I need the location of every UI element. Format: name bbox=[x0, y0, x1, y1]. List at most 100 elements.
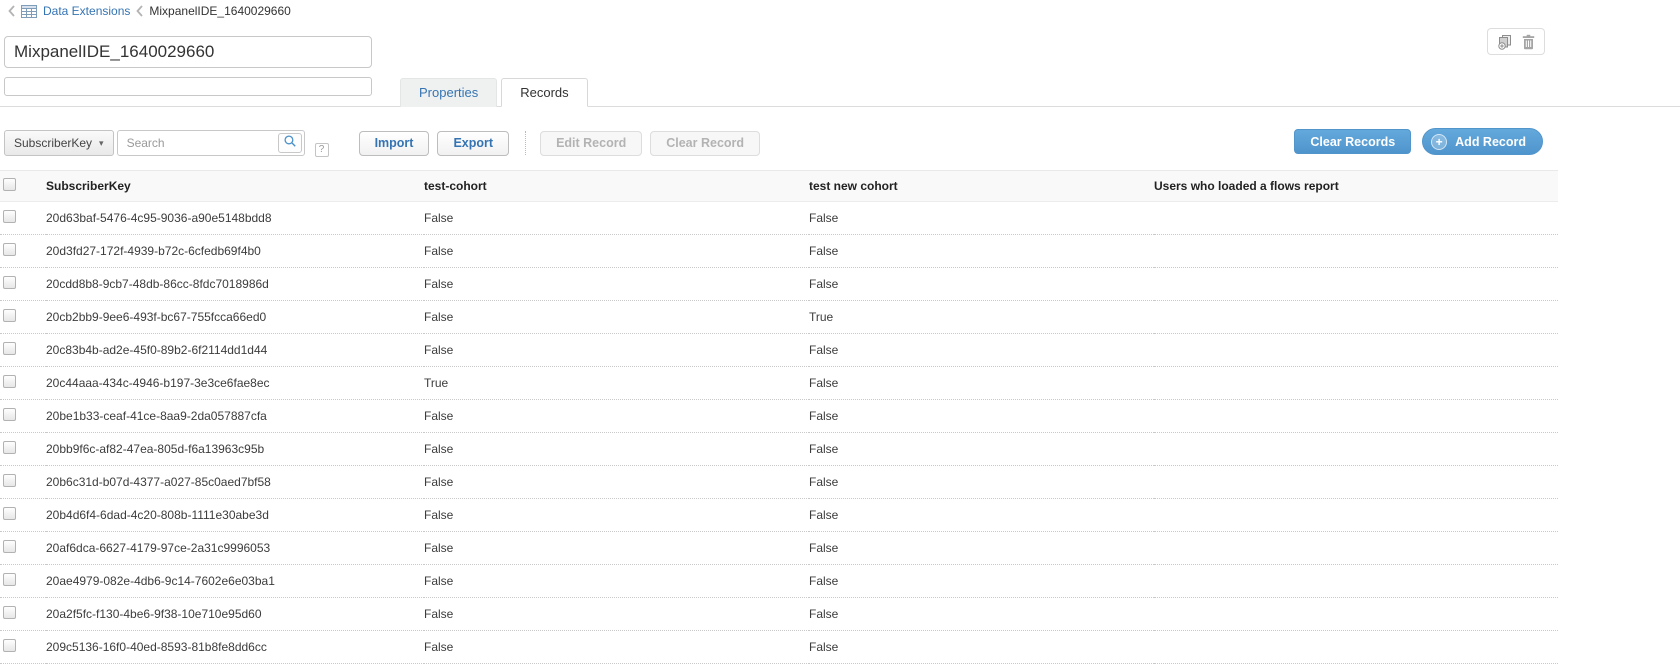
test-new-cohort-cell: False bbox=[809, 532, 1154, 565]
subscriber-key-cell: 20ae4979-082e-4db6-9c14-7602e6e03ba1 bbox=[46, 565, 424, 598]
page-header: Properties Records bbox=[0, 19, 1680, 107]
row-checkbox[interactable] bbox=[3, 639, 16, 652]
breadcrumb: Data Extensions MixpanelIDE_1640029660 bbox=[0, 0, 1680, 19]
test-new-cohort-cell: False bbox=[809, 565, 1154, 598]
row-checkbox[interactable] bbox=[3, 342, 16, 355]
row-checkbox[interactable] bbox=[3, 309, 16, 322]
search-button[interactable] bbox=[278, 133, 302, 153]
row-checkbox-cell bbox=[0, 202, 46, 235]
import-button[interactable]: Import bbox=[359, 131, 430, 156]
row-checkbox-cell bbox=[0, 631, 46, 664]
test-cohort-cell: False bbox=[424, 631, 809, 664]
search-input[interactable] bbox=[117, 130, 305, 156]
test-new-cohort-cell: True bbox=[809, 301, 1154, 334]
test-cohort-cell: False bbox=[424, 598, 809, 631]
test-cohort-cell: False bbox=[424, 466, 809, 499]
data-extension-name-input[interactable] bbox=[4, 36, 372, 68]
test-new-cohort-cell: False bbox=[809, 367, 1154, 400]
test-cohort-cell: False bbox=[424, 400, 809, 433]
test-new-cohort-cell: False bbox=[809, 631, 1154, 664]
row-checkbox-cell bbox=[0, 301, 46, 334]
subscriber-key-cell: 20af6dca-6627-4179-97ce-2a31c9996053 bbox=[46, 532, 424, 565]
test-cohort-cell: True bbox=[424, 367, 809, 400]
row-checkbox-cell bbox=[0, 565, 46, 598]
row-checkbox-cell bbox=[0, 598, 46, 631]
row-checkbox-cell bbox=[0, 466, 46, 499]
tab-properties[interactable]: Properties bbox=[400, 78, 497, 107]
table-row: 20c83b4b-ad2e-45f0-89b2-6f2114dd1d44 Fal… bbox=[0, 334, 1558, 367]
subscriber-key-cell: 20d3fd27-172f-4939-b72c-6cfedb69f4b0 bbox=[46, 235, 424, 268]
row-checkbox[interactable] bbox=[3, 540, 16, 553]
flows-report-cell bbox=[1154, 532, 1558, 565]
table-row: 20af6dca-6627-4179-97ce-2a31c9996053 Fal… bbox=[0, 532, 1558, 565]
back-chevron-icon[interactable] bbox=[8, 5, 15, 17]
row-checkbox[interactable] bbox=[3, 408, 16, 421]
row-checkbox-cell bbox=[0, 499, 46, 532]
breadcrumb-link-data-extensions[interactable]: Data Extensions bbox=[43, 4, 130, 18]
row-checkbox[interactable] bbox=[3, 573, 16, 586]
copy-icon[interactable] bbox=[1497, 34, 1513, 50]
tab-records[interactable]: Records bbox=[501, 78, 587, 107]
flows-report-cell bbox=[1154, 301, 1558, 334]
column-header-flows-report: Users who loaded a flows report bbox=[1154, 171, 1558, 202]
edit-record-button[interactable]: Edit Record bbox=[540, 131, 642, 156]
flows-report-cell bbox=[1154, 367, 1558, 400]
data-extension-description-input[interactable] bbox=[4, 77, 372, 96]
column-header-test-cohort: test-cohort bbox=[424, 171, 809, 202]
row-checkbox-cell bbox=[0, 334, 46, 367]
table-row: 20a2f5fc-f130-4be6-9f38-10e710e95d60 Fal… bbox=[0, 598, 1558, 631]
subscriber-key-cell: 20c83b4b-ad2e-45f0-89b2-6f2114dd1d44 bbox=[46, 334, 424, 367]
row-checkbox[interactable] bbox=[3, 606, 16, 619]
row-checkbox-cell bbox=[0, 268, 46, 301]
test-cohort-cell: False bbox=[424, 202, 809, 235]
row-checkbox[interactable] bbox=[3, 507, 16, 520]
test-new-cohort-cell: False bbox=[809, 433, 1154, 466]
column-header-subscriberkey: SubscriberKey bbox=[46, 171, 424, 202]
export-button[interactable]: Export bbox=[437, 131, 509, 156]
subscriber-key-cell: 20bb9f6c-af82-47ea-805d-f6a13963c95b bbox=[46, 433, 424, 466]
row-checkbox[interactable] bbox=[3, 210, 16, 223]
help-icon[interactable]: ? bbox=[315, 143, 329, 157]
table-row: 20b4d6f4-6dad-4c20-808b-1111e30abe3d Fal… bbox=[0, 499, 1558, 532]
clear-record-button[interactable]: Clear Record bbox=[650, 131, 760, 156]
records-table-header: SubscriberKey test-cohort test new cohor… bbox=[0, 171, 1558, 202]
flows-report-cell bbox=[1154, 565, 1558, 598]
header-action-box bbox=[1487, 28, 1545, 55]
tab-bar: Properties Records bbox=[400, 78, 588, 107]
test-cohort-cell: False bbox=[424, 565, 809, 598]
table-row: 20be1b33-ceaf-41ce-8aa9-2da057887cfa Fal… bbox=[0, 400, 1558, 433]
row-checkbox-cell bbox=[0, 433, 46, 466]
table-row: 20c44aaa-434c-4946-b197-3e3ce6fae8ec Tru… bbox=[0, 367, 1558, 400]
row-checkbox-cell bbox=[0, 400, 46, 433]
breadcrumb-separator-icon bbox=[136, 5, 143, 17]
flows-report-cell bbox=[1154, 433, 1558, 466]
trash-icon[interactable] bbox=[1522, 34, 1535, 50]
test-new-cohort-cell: False bbox=[809, 268, 1154, 301]
select-all-checkbox[interactable] bbox=[3, 178, 16, 191]
add-record-button[interactable]: + Add Record bbox=[1422, 128, 1543, 155]
test-cohort-cell: False bbox=[424, 268, 809, 301]
test-new-cohort-cell: False bbox=[809, 499, 1154, 532]
column-header-test-new-cohort: test new cohort bbox=[809, 171, 1154, 202]
search-field-dropdown[interactable]: SubscriberKey ▾ bbox=[4, 130, 114, 156]
row-checkbox[interactable] bbox=[3, 375, 16, 388]
row-checkbox[interactable] bbox=[3, 474, 16, 487]
breadcrumb-current-item: MixpanelIDE_1640029660 bbox=[149, 4, 290, 18]
flows-report-cell bbox=[1154, 334, 1558, 367]
test-new-cohort-cell: False bbox=[809, 598, 1154, 631]
records-table-body: 20d63baf-5476-4c95-9036-a90e5148bdd8 Fal… bbox=[0, 202, 1558, 664]
row-checkbox[interactable] bbox=[3, 441, 16, 454]
test-cohort-cell: False bbox=[424, 433, 809, 466]
subscriber-key-cell: 20cdd8b8-9cb7-48db-86cc-8fdc7018986d bbox=[46, 268, 424, 301]
row-checkbox[interactable] bbox=[3, 243, 16, 256]
test-cohort-cell: False bbox=[424, 334, 809, 367]
table-row: 20cdd8b8-9cb7-48db-86cc-8fdc7018986d Fal… bbox=[0, 268, 1558, 301]
data-extension-records-page: Data Extensions MixpanelIDE_1640029660 bbox=[0, 0, 1680, 664]
row-checkbox[interactable] bbox=[3, 276, 16, 289]
chevron-down-icon: ▾ bbox=[99, 138, 104, 149]
add-record-label: Add Record bbox=[1455, 135, 1526, 149]
clear-records-button[interactable]: Clear Records bbox=[1294, 129, 1411, 154]
subscriber-key-cell: 20b4d6f4-6dad-4c20-808b-1111e30abe3d bbox=[46, 499, 424, 532]
data-extension-table-icon bbox=[21, 5, 37, 18]
search-field-dropdown-value: SubscriberKey bbox=[14, 136, 92, 150]
